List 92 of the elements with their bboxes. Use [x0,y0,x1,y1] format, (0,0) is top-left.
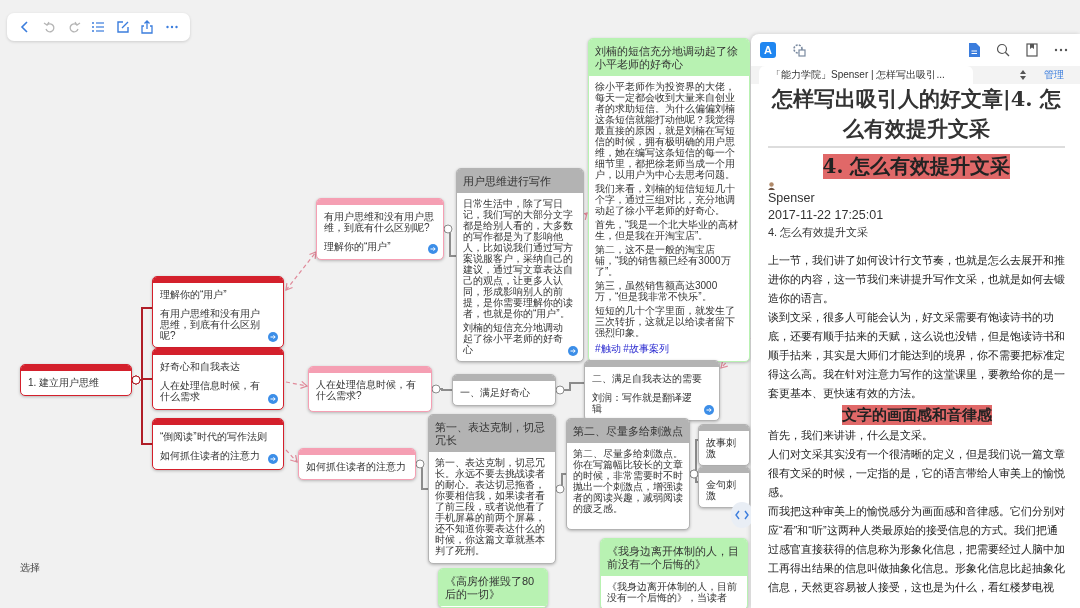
author-name: Spenser [768,190,816,207]
card-tags[interactable]: #触动 #故事案列 [595,343,743,355]
article-heading: 4. 怎么有效提升文采 [822,154,1011,179]
card-text: 第三，虽然销售额高达3000万，“但是我非常不快乐”。 [595,280,719,302]
article-paragraph: 上一节，我们讲了如何设计行文节奏，也就是怎么去展开和推进你的内容，这一节我们来讲提升写作文采，也就是如何去锻造你的语言。 [768,253,1065,306]
card-text: 短短的几十个字里面，就发生了三次转折，这就足以给读者留下强烈印象。 [595,305,736,338]
mind-map-card[interactable]: 一、满足好奇心 [452,374,556,406]
link-arrow [285,251,317,291]
card-text: 好奇心和自我表达 [160,361,241,372]
avatar-icon [768,182,775,190]
search-icon[interactable] [996,43,1010,57]
card-title: 《我身边离开体制的人，目前没有一个后悔的》 [601,539,747,576]
link-icon[interactable] [268,332,278,342]
publish-date: 2017-11-22 17:25:01 [768,207,885,224]
card-text: 刘楠的短信充分地调动起了徐小平老师的好奇心 [463,322,564,355]
card-text: 1. 建立用户思维 [28,377,101,388]
section-heading: 文字的画面感和音律感 [841,405,992,425]
article-paragraph: 人们对文采其实没有一个很清晰的定义，但是我们说一篇文章很有文采的时候，一定指的是，它的语言带给人审美上的愉悦感。 [768,447,1065,500]
book-icon[interactable] [1026,43,1038,57]
card-text: 二、满足自我表达的需要 [592,373,703,384]
article-paragraph: 谈到文采，很多人可能会认为，好文采需要有饱读诗书的功底，还要有顺手拈来的天赋，这么说也没错，但是饱读诗书和顺手拈来，其实是大师们才能达到的境界，你不需要把标准定得这么高。我在针对注意力写作的这堂课里，要教给你的是一套更基本、更快速有效的方法。 [768,310,1065,401]
mind-map-card[interactable]: 第一、表达克制，切忌冗长 第一、表达克制，切忌冗长。永远不要去挑战读者的耐心。表达切忌拖沓，你要相信我，如果读者看了前三段，或者说他看了手机屏幕的前两个屏幕，还不知道你要表达什么的时候，你这篇文章就基本判了死刑。 [428,414,556,564]
link-icon[interactable] [268,454,278,464]
mind-map-card[interactable]: 《高房价摧毁了80后的一切》 [438,568,548,608]
article-subtitle: 4. 怎么有效提升文采 [768,225,870,240]
card-text: 刘润：写作就是翻译逻辑 [592,392,693,414]
card-text: “倒阅读”时代的写作法则 [160,431,268,442]
sort-icon[interactable] [1020,70,1026,80]
connector-line [555,473,567,494]
mind-map-card[interactable]: 金句刺激 [698,466,750,508]
card-title: 第一、表达克制，切忌冗长 [429,415,555,452]
card-text: 金句刺激 [706,479,737,501]
mind-map-card[interactable]: 用户思维进行写作 日常生活中，除了写日记，我们写的大部分文字都是给别人看的，大多数的写作都是为了影响他人，比如说我们通过写方案说服客户，采纳自己的建议，通过写文章表达自己的观点，让更多人认同，形成影响别人的前提，是你需要理解你的读者，也就是你的“用户”。 刘楠的短信充分地调动起了徐小平老师的好奇心 [456,168,584,362]
select-button[interactable]: 选择 [16,559,44,577]
mind-map-card[interactable]: 如何抓住读者的注意力 [298,448,416,480]
card-text: 首先，“我是一个北大毕业的高材生，但是我在开淘宝店”。 [595,219,740,241]
article-paragraph: 而我把这种审美上的愉悦感分为画面感和音律感。它们分别对应“看”和“听”这两种人类最原始的接受信息的方式。我们把通过感官直接获得的信息称为形象化信息，把需要经过人脑中加工再得出结果的信息叫做抽象化信息。形象化信息比起抽象化信息，天然更容易被人接受，这也是为什么，看红楼梦电视 [768,504,1065,595]
card-text: 第一、表达克制，切忌冗长。永远不要去挑战读者的耐心。表达切忌拖沓，你要相信我，如果读者看了前三段，或者说他看了手机屏幕的前两个屏幕，还不知道你要表达什么的时候，你这篇文章就基本判了死刑。 [435,457,546,556]
gear-icon[interactable] [792,43,806,57]
card-text: 第二、尽量多给刺激点。你在写篇幅比较长的文章的时候，非常需要时不时抛出一个刺激点，增强读者的阅读兴趣，减弱阅读的疲乏感。 [573,448,683,514]
card-title: 第二、尽量多给刺激点 [567,419,689,443]
card-text: 第二，这不是一般的淘宝店铺，“我的销售额已经有3000万了”。 [595,244,732,277]
card-text: 有用户思维和没有用户思维，到底有什么区别呢? [324,211,435,233]
list-icon[interactable] [91,20,106,34]
mind-map-card[interactable]: 1. 建立用户思维 [20,364,132,396]
card-title: 用户思维进行写作 [457,169,583,193]
mind-map-card[interactable]: 《我身边离开体制的人，目前没有一个后悔的》 《我身边离开体制的人，目前没有一个后悔的》，当读者 [600,538,748,608]
card-text: 日常生活中，除了写日记，我们写的大部分文字都是给别人看的，大多数的写作都是为了影响他人，比如说我们通过写方案说服客户，采纳自己的建议，通过写文章表达自己的观点，让更多人认同，形成影响别人的前提，是你需要理解你的读者，也就是你的“用户”。 [463,198,574,319]
link-arrow [285,449,298,463]
mind-map-card[interactable] [588,38,750,362]
connector-line [555,382,585,395]
edit-icon[interactable] [115,20,130,34]
card-text: 理解你的“用户” [160,289,228,300]
article-title: 怎样写出吸引人的好文章|4. 怎么有效提升文采 [768,84,1065,148]
link-icon[interactable] [428,244,438,254]
card-text: 有用户思维和没有用户思维，到底有什么区别呢? [160,308,261,341]
mind-map-card[interactable]: 二、满足自我表达的需要 刘润：写作就是翻译逻辑 [584,360,720,421]
card-text: 徐小平老师作为投资界的大佬，每天一定都会收到大量来自创业者的求助短信。为什么偏偏刘楠这条短信就能打动他呢？我觉得最直接的原因，就是刘楠在写短信的时候，拥有极明确的用户思维，她在编写这条短信的每一个细节里，都把徐老师当成一个用户，以用户为中心去思考问题。 [595,81,736,180]
card-text: 故事刺激 [706,437,737,459]
card-text: 《我身边离开体制的人，目前没有一个后悔的》，当读者 [607,581,738,603]
mind-map-card[interactable]: “倒阅读”时代的写作法则 如何抓住读者的注意力 [152,418,284,470]
link-icon[interactable] [268,394,278,404]
share-icon[interactable] [140,20,155,34]
card-text: 如何抓住读者的注意力 [160,450,261,461]
mind-map-card[interactable]: 第二、尽量多给刺激点 第二、尽量多给刺激点。你在写篇幅比较长的文章的时候，非常需要时不时抛出一个刺激点，增强读者的阅读兴趣，减弱阅读的疲乏感。 [566,418,690,530]
app-icon[interactable]: A [760,42,776,58]
mind-map-card[interactable]: 有用户思维和没有用户思维，到底有什么区别呢? 理解你的“用户” [316,198,444,260]
connector-line [431,384,453,394]
collapse-handle[interactable] [731,502,751,528]
more-icon[interactable] [1054,48,1068,52]
card-text: 人在处理信息时候，有什么需求? [316,379,417,401]
document-icon[interactable] [968,43,980,57]
connector-line [443,224,457,257]
link-arrow [285,380,309,389]
redo-icon[interactable] [67,20,82,34]
card-text: 一、满足好奇心 [460,387,531,398]
undo-icon[interactable] [42,20,57,34]
mind-map-card[interactable]: 故事刺激 [698,424,750,466]
link-icon[interactable] [568,346,578,356]
card-text: 我们来看，刘楠的短信短短几十个字，通过三组对比，充分地调动起了徐小平老师的好奇心。 [595,183,736,216]
connector-line [415,459,429,490]
mind-map-card[interactable]: 理解你的“用户” 有用户思维和没有用户思维，到底有什么区别呢? [152,276,284,348]
article-paragraph: 首先，我们来讲讲，什么是文采。 [768,428,934,443]
mind-map-card[interactable]: 人在处理信息时候，有什么需求? [308,366,432,412]
card-text: 人在处理信息时候，有什么需求 [160,380,261,402]
card-text: 如何抓住读者的注意力 [306,461,407,472]
document-tab[interactable]: 「能力学院」Spenser | 怎样写出吸引... [759,66,973,84]
manage-link[interactable]: 管理 [1044,68,1064,82]
link-icon[interactable] [704,405,714,415]
card-title: 刘楠的短信充分地调动起了徐小平老师的好奇心 [589,39,749,76]
card-text: 理解你的“用户” [324,241,392,252]
mind-map-card[interactable]: 好奇心和自我表达 人在处理信息时候，有什么需求 [152,348,284,410]
